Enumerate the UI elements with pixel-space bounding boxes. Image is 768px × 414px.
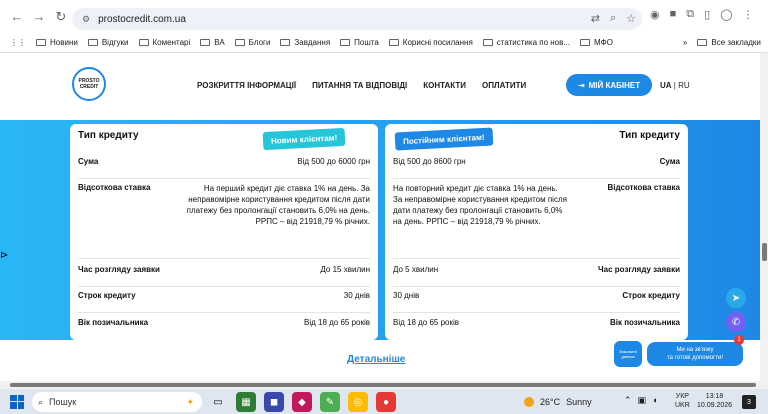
bookmark-item[interactable]: Завдання bbox=[280, 38, 330, 47]
bookmark-item[interactable]: Коментарі bbox=[138, 38, 190, 47]
apps-icon[interactable]: ⋮⋮ bbox=[10, 38, 26, 47]
telegram-icon[interactable]: ➤ bbox=[726, 288, 746, 308]
menu-item-faq[interactable]: ПИТАННЯ ТА ВІДПОВІДІ bbox=[312, 81, 407, 90]
folder-icon bbox=[280, 39, 291, 46]
app-badge-icon[interactable]: ● bbox=[376, 392, 396, 412]
bookmark-item[interactable]: Новини bbox=[36, 38, 78, 47]
clock[interactable]: 13:18 10.09.2026 bbox=[697, 392, 732, 410]
menu-icon[interactable]: ⋮ bbox=[743, 8, 754, 21]
login-icon: ⇥ bbox=[577, 80, 585, 90]
regular-clients-badge: Постійним клієнтам! bbox=[394, 127, 493, 151]
all-bookmarks[interactable]: Все закладки bbox=[697, 38, 761, 47]
menu-item-contacts[interactable]: КОНТАКТИ bbox=[423, 81, 466, 90]
zoom-icon[interactable]: ⌕ bbox=[610, 12, 616, 25]
folder-icon bbox=[340, 39, 351, 46]
folder-icon bbox=[36, 39, 46, 46]
bookmark-item[interactable]: Пошта bbox=[340, 38, 379, 47]
back-icon[interactable]: ← bbox=[6, 6, 28, 28]
regular-clients-card: Тип кредиту Постійним клієнтам! Від 500 … bbox=[385, 124, 688, 340]
main-menu: РОЗКРИТТЯ ІНФОРМАЦІЇ ПИТАННЯ ТА ВІДПОВІД… bbox=[197, 81, 526, 90]
sun-icon bbox=[524, 397, 534, 407]
site-header: PROSTO CREDIT РОЗКРИТТЯ ІНФОРМАЦІЇ ПИТАН… bbox=[0, 53, 768, 120]
folder-icon bbox=[697, 39, 708, 46]
bookmark-item[interactable]: Корисні посилання bbox=[388, 38, 473, 47]
folder-icon bbox=[200, 39, 211, 46]
browser-chrome: ← → ↻ ⚙ prostocredit.com.ua ⇄ ⌕ ☆ ◉ ■ ⧉ … bbox=[0, 0, 768, 53]
search-icon: ⌕ bbox=[38, 396, 44, 407]
store-icon[interactable]: ▦ bbox=[236, 392, 256, 412]
callback-button[interactable]: Замовити дзвінок bbox=[614, 341, 642, 367]
notifications-badge[interactable]: 3 bbox=[742, 395, 756, 409]
language-switch: UA | RU bbox=[660, 81, 690, 90]
extension-color-icon[interactable]: ■ bbox=[670, 8, 677, 21]
chrome-icon[interactable]: ◎ bbox=[348, 392, 368, 412]
sidepanel-icon[interactable]: ▯ bbox=[704, 8, 710, 21]
weather-widget[interactable]: 26°C Sunny bbox=[524, 397, 592, 407]
camera-icon[interactable]: ◉ bbox=[650, 8, 660, 21]
site-info-icon[interactable]: ⚙ bbox=[82, 14, 90, 25]
url-text: prostocredit.com.ua bbox=[98, 13, 186, 25]
bookmark-item[interactable]: ВА bbox=[200, 38, 225, 47]
volume-icon[interactable]: ◖ bbox=[652, 395, 657, 406]
folder-icon bbox=[138, 39, 149, 46]
vertical-scrollbar[interactable] bbox=[760, 53, 768, 381]
input-language[interactable]: УКР UKR bbox=[675, 392, 690, 410]
folder-icon bbox=[388, 39, 399, 46]
card-title: Тип кредиту bbox=[619, 130, 680, 141]
horizontal-scroll-thumb[interactable] bbox=[10, 383, 756, 387]
logo[interactable]: PROSTO CREDIT bbox=[72, 67, 106, 101]
new-clients-card: Тип кредиту Новим клієнтам! Сума Від 500… bbox=[70, 124, 378, 340]
system-tray: ⌃ ▣ ◖ bbox=[624, 395, 658, 406]
folder-icon bbox=[482, 39, 493, 46]
bookmark-item[interactable]: Відгуки bbox=[87, 38, 129, 47]
bookmarks-bar: ⋮⋮ Новини Відгуки Коментарі ВА Блоги Зав… bbox=[0, 33, 768, 53]
folder-icon bbox=[580, 39, 591, 46]
chevron-up-icon[interactable]: ⌃ bbox=[624, 395, 632, 406]
lang-ru[interactable]: RU bbox=[678, 81, 690, 90]
chat-widget[interactable]: Ми на зв'язку та готові допомогти! bbox=[647, 342, 743, 366]
address-bar[interactable]: ⚙ prostocredit.com.ua ⇄ ⌕ ☆ bbox=[72, 8, 642, 30]
bookmark-item[interactable]: МФО bbox=[580, 38, 613, 47]
bookmark-item[interactable]: статистика по нов... bbox=[482, 38, 570, 47]
chat-count-badge: 1 bbox=[734, 335, 744, 345]
copilot-sparkle-icon: ✦ bbox=[186, 396, 194, 407]
extensions-icon[interactable]: ⧉ bbox=[686, 8, 694, 21]
taskbar-apps: ▭ ▦ ◼ ◆ ✎ ◎ ● bbox=[208, 392, 396, 412]
lang-ua[interactable]: UA bbox=[660, 81, 672, 90]
translate-icon[interactable]: ⇄ bbox=[591, 12, 600, 25]
bookmark-item[interactable]: Блоги bbox=[234, 38, 270, 47]
taskbar-search[interactable]: ⌕ Пошук ✦ bbox=[32, 392, 202, 412]
details-link[interactable]: Детальніше bbox=[347, 354, 405, 365]
new-clients-badge: Новим клієнтам! bbox=[262, 127, 346, 151]
windows-start-icon[interactable] bbox=[10, 394, 24, 409]
forward-icon[interactable]: → bbox=[28, 6, 50, 28]
bookmark-star-icon[interactable]: ☆ bbox=[626, 12, 636, 25]
folder-icon bbox=[234, 39, 245, 46]
card-title: Тип кредиту bbox=[78, 130, 139, 141]
mouse-cursor-icon: ⊳ bbox=[0, 250, 9, 261]
notes-icon[interactable]: ✎ bbox=[320, 392, 340, 412]
network-icon[interactable]: ▣ bbox=[638, 395, 647, 406]
app-icon[interactable]: ◼ bbox=[264, 392, 284, 412]
cabinet-button[interactable]: ⇥ МІЙ КАБІНЕТ bbox=[566, 74, 652, 96]
folder-icon bbox=[87, 39, 98, 46]
menu-item-disclosure[interactable]: РОЗКРИТТЯ ІНФОРМАЦІЇ bbox=[197, 81, 296, 90]
viber-icon[interactable]: ✆ bbox=[726, 312, 746, 332]
profile-icon[interactable]: ◯ bbox=[720, 8, 732, 21]
menu-item-pay[interactable]: ОПЛАТИТИ bbox=[482, 81, 526, 90]
more-bookmarks[interactable]: » bbox=[683, 38, 687, 47]
reload-icon[interactable]: ↻ bbox=[50, 6, 72, 28]
vertical-scroll-thumb[interactable] bbox=[762, 243, 767, 261]
copilot-icon[interactable]: ◆ bbox=[292, 392, 312, 412]
task-view-icon[interactable]: ▭ bbox=[208, 392, 228, 412]
